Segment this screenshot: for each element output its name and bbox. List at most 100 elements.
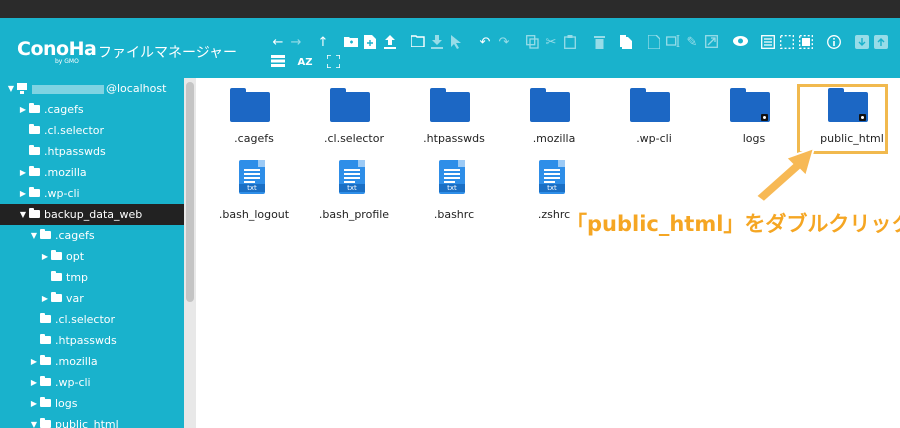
folder-icon — [29, 208, 40, 218]
rename-icon[interactable] — [665, 34, 681, 51]
paste-icon[interactable] — [562, 35, 578, 51]
caret-down-icon[interactable]: ▼ — [6, 78, 16, 99]
sidebar-item-public-html[interactable]: ▼ public_html — [0, 414, 184, 428]
caret-right-icon[interactable]: ▶ — [29, 393, 39, 414]
cursor-icon[interactable] — [448, 35, 464, 51]
folder-icon — [29, 124, 40, 134]
caret-down-icon[interactable]: ▼ — [29, 225, 39, 246]
folder-icon — [40, 229, 51, 239]
new-file-icon[interactable] — [362, 35, 378, 51]
delete-icon[interactable] — [591, 35, 607, 51]
caret-right-icon[interactable]: ▶ — [18, 99, 28, 120]
sidebar-item-logs[interactable]: ▶ logs — [0, 393, 184, 414]
sidebar-item-wp-cli[interactable]: ▶ .wp-cli — [0, 183, 184, 204]
folder-icon — [29, 187, 40, 197]
folder-icon — [730, 88, 770, 122]
resize-icon[interactable] — [703, 35, 719, 51]
up-directory-icon[interactable]: ↑ — [315, 35, 331, 51]
back-arrow-icon[interactable]: ← — [270, 35, 286, 51]
folder-icon — [40, 313, 51, 323]
sidebar-item-var[interactable]: ▶ var — [0, 288, 184, 309]
folder-icon — [40, 376, 51, 386]
file-info-icon[interactable] — [646, 34, 662, 51]
info-icon[interactable] — [826, 35, 842, 51]
sidebar-item-mozilla[interactable]: ▶ .mozilla — [0, 162, 184, 183]
create-archive-icon[interactable] — [873, 35, 889, 51]
app-title: ファイルマネージャー — [98, 45, 238, 61]
folder-icon — [430, 88, 470, 122]
tree-root-localhost[interactable]: ▼ @localhost — [0, 78, 184, 99]
file-name: .cl.selector — [323, 132, 385, 145]
sidebar-item-cl-selector[interactable]: .cl.selector — [0, 309, 184, 330]
sidebar-scrollbar-thumb[interactable] — [186, 82, 194, 302]
folder-tree-sidebar: ▼ @localhost ▶ .cagefs .cl.selector .htpass… — [0, 78, 196, 428]
preview-eye-icon[interactable] — [732, 35, 748, 51]
sidebar-item-wp-cli[interactable]: ▶ .wp-cli — [0, 372, 184, 393]
file-name: .htpasswds — [423, 132, 485, 145]
sidebar-item-label: .cagefs — [55, 229, 95, 242]
caret-right-icon[interactable]: ▶ — [18, 162, 28, 183]
file-item-bash-logout[interactable]: txt .bash_logout — [204, 156, 294, 226]
sidebar-item-opt[interactable]: ▶ opt — [0, 246, 184, 267]
invert-selection-icon[interactable] — [798, 35, 814, 51]
open-folder-icon[interactable] — [410, 35, 426, 51]
folder-item-cl-selector[interactable]: .cl.selector — [304, 80, 394, 150]
sidebar-item-cagefs[interactable]: ▶ .cagefs — [0, 99, 184, 120]
file-extension-label: txt — [439, 184, 465, 192]
folder-icon — [29, 103, 40, 113]
edit-pencil-icon[interactable]: ✎ — [684, 35, 700, 51]
select-none-icon[interactable] — [779, 35, 795, 51]
app-header: ConoHa by GMO ファイルマネージャー ← → ↑ ↶ ↷ ✂ ✎ A… — [0, 18, 900, 78]
new-folder-icon[interactable] — [343, 35, 359, 51]
sidebar-item-backup-data-web[interactable]: ▼ backup_data_web — [0, 204, 184, 225]
folder-item-cagefs[interactable]: .cagefs — [204, 80, 294, 150]
file-name: .cagefs — [234, 132, 274, 145]
fullscreen-icon[interactable] — [325, 54, 341, 71]
sidebar-item-cl-selector[interactable]: .cl.selector — [0, 120, 184, 141]
file-extension-label: txt — [539, 184, 565, 192]
text-file-icon: txt — [439, 160, 465, 194]
caret-down-icon[interactable]: ▼ — [18, 204, 28, 225]
caret-right-icon[interactable]: ▶ — [18, 183, 28, 204]
folder-icon — [230, 88, 270, 122]
sidebar-item-mozilla[interactable]: ▶ .mozilla — [0, 351, 184, 372]
sort-az-icon[interactable]: AZ — [297, 55, 313, 71]
upload-icon[interactable] — [382, 35, 398, 51]
caret-right-icon[interactable]: ▶ — [29, 351, 39, 372]
logo-subtext: by GMO — [55, 58, 79, 65]
caret-right-icon[interactable]: ▶ — [29, 372, 39, 393]
file-name: .mozilla — [532, 132, 576, 145]
folder-item-wp-cli[interactable]: .wp-cli — [604, 80, 694, 150]
sidebar-item-tmp[interactable]: tmp — [0, 267, 184, 288]
redo-icon[interactable]: ↷ — [496, 35, 512, 51]
extract-archive-icon[interactable] — [854, 35, 870, 51]
forward-arrow-icon[interactable]: → — [288, 35, 304, 51]
sidebar-item-label: .cl.selector — [55, 313, 116, 326]
file-item-bashrc[interactable]: txt .bashrc — [404, 156, 494, 226]
download-icon[interactable] — [429, 35, 445, 51]
caret-right-icon[interactable]: ▶ — [40, 246, 50, 267]
caret-down-icon[interactable]: ▼ — [29, 414, 39, 428]
select-all-icon[interactable] — [760, 35, 776, 51]
sidebar-item-htpasswds[interactable]: .htpasswds — [0, 141, 184, 162]
folder-item-htpasswds[interactable]: .htpasswds — [404, 80, 494, 150]
sidebar-item-label: .htpasswds — [55, 334, 117, 347]
caret-right-icon[interactable]: ▶ — [40, 288, 50, 309]
folder-item-mozilla[interactable]: .mozilla — [504, 80, 594, 150]
folder-icon — [40, 334, 51, 344]
file-extension-label: txt — [339, 184, 365, 192]
duplicate-icon[interactable] — [618, 35, 634, 51]
text-file-icon: txt — [339, 160, 365, 194]
sidebar-item-label: .htpasswds — [44, 145, 106, 158]
sidebar-item-label: .mozilla — [44, 166, 87, 179]
file-name: .bash_profile — [318, 208, 390, 221]
copy-icon[interactable] — [524, 35, 540, 51]
file-item-bash-profile[interactable]: txt .bash_profile — [304, 156, 394, 226]
undo-icon[interactable]: ↶ — [477, 35, 493, 51]
sidebar-item-cagefs[interactable]: ▼ .cagefs — [0, 225, 184, 246]
list-view-icon[interactable] — [270, 55, 286, 71]
sidebar-item-htpasswds[interactable]: .htpasswds — [0, 330, 184, 351]
sidebar-item-label: .cagefs — [44, 103, 84, 116]
cut-icon[interactable]: ✂ — [543, 35, 559, 51]
redacted-username — [32, 84, 104, 94]
